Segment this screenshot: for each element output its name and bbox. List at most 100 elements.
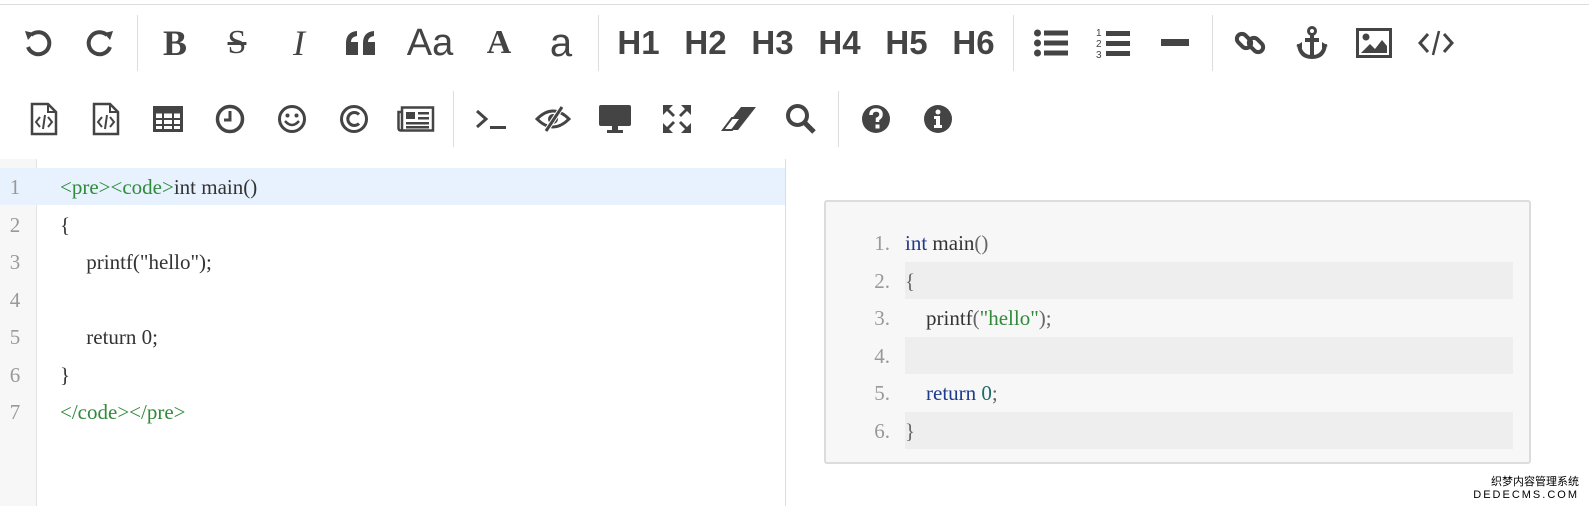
code-token: <pre><code> bbox=[60, 175, 174, 199]
h6-button[interactable]: H6 bbox=[940, 13, 1007, 73]
preview-line-content: } bbox=[905, 419, 915, 444]
eraser-icon bbox=[721, 107, 756, 131]
fullscreen-button[interactable] bbox=[646, 89, 708, 149]
info-icon bbox=[924, 105, 952, 133]
code-file-icon bbox=[30, 102, 58, 136]
code-token: </code></pre> bbox=[60, 400, 186, 424]
line-number: 1 bbox=[9, 175, 21, 199]
fullscreen-icon bbox=[663, 105, 691, 133]
code-token: } bbox=[60, 362, 71, 387]
preview-line: 4. bbox=[874, 336, 1513, 374]
quote-icon bbox=[346, 31, 375, 55]
bold-button[interactable]: B bbox=[144, 13, 206, 73]
svg-text:2: 2 bbox=[1096, 39, 1102, 50]
markdown-editor[interactable]: 1 <pre><code>int main() 2{3 printf("hello"… bbox=[0, 159, 786, 506]
editor-toolbar: B S I Aa A a H1 H2 H3 H4 H5 H6 123 bbox=[0, 4, 1589, 160]
strikethrough-button[interactable]: S bbox=[206, 13, 268, 73]
preview-line: 5. return 0; bbox=[874, 374, 1513, 411]
lowercase-button[interactable]: a bbox=[530, 13, 592, 73]
image-icon bbox=[1356, 28, 1392, 58]
search-icon bbox=[786, 104, 816, 134]
undo-icon bbox=[25, 30, 52, 57]
code-block-preview: 1. int main() 2. {3. printf("hello"); 4. 5. r… bbox=[824, 200, 1531, 464]
preview-hide-button[interactable] bbox=[522, 89, 584, 149]
h2-button[interactable]: H2 bbox=[672, 13, 739, 73]
eraser-button[interactable] bbox=[708, 89, 770, 149]
line-content: printf("hello"); bbox=[60, 250, 212, 275]
redo-button[interactable] bbox=[69, 13, 131, 73]
h5-button[interactable]: H5 bbox=[873, 13, 940, 73]
code-token: { bbox=[60, 212, 71, 237]
toolbar-divider bbox=[137, 15, 138, 71]
editor-line[interactable]: 2{ bbox=[0, 206, 785, 243]
ordered-list-button[interactable]: 123 bbox=[1082, 13, 1144, 73]
preview-line-number: 2. bbox=[874, 268, 890, 293]
line-number: 6 bbox=[9, 362, 21, 387]
uppercase-button[interactable]: A bbox=[468, 13, 530, 73]
horizontal-rule-icon bbox=[1161, 39, 1189, 46]
strikethrough-icon: S bbox=[227, 24, 247, 61]
code-token: printf bbox=[905, 306, 973, 330]
emoji-button[interactable] bbox=[261, 89, 323, 149]
preview-line-content: { bbox=[905, 269, 915, 294]
line-content: } bbox=[60, 363, 70, 388]
quote-button[interactable] bbox=[330, 13, 392, 73]
search-button[interactable] bbox=[770, 89, 832, 149]
preview-line: 3. printf("hello"); bbox=[874, 299, 1513, 336]
h4-button[interactable]: H4 bbox=[806, 13, 873, 73]
undo-button[interactable] bbox=[7, 13, 69, 73]
h5-label: H5 bbox=[885, 24, 928, 61]
info-button[interactable] bbox=[907, 89, 969, 149]
preview-line: 6.} bbox=[874, 411, 1513, 449]
ordered-list-icon: 123 bbox=[1096, 28, 1130, 60]
uppercase-icon: A bbox=[486, 24, 512, 61]
image-button[interactable] bbox=[1343, 13, 1405, 73]
italic-button[interactable]: I bbox=[268, 13, 330, 73]
toolbar-divider bbox=[838, 91, 839, 147]
terminal-button[interactable] bbox=[460, 89, 522, 149]
preview-line-number: 1. bbox=[874, 231, 890, 255]
editor-line[interactable]: 7 </code></pre> bbox=[0, 393, 785, 430]
code-token: ); bbox=[1038, 306, 1052, 330]
case-button[interactable]: Aa bbox=[392, 13, 468, 73]
watch-button[interactable] bbox=[584, 89, 646, 149]
line-number: 3 bbox=[9, 250, 21, 274]
svg-text:1: 1 bbox=[1096, 28, 1102, 39]
preview-line: 2. { bbox=[874, 261, 1513, 299]
editor-line[interactable]: 6} bbox=[0, 356, 785, 393]
code-token: () bbox=[974, 231, 989, 255]
code-file-button[interactable] bbox=[13, 89, 75, 149]
line-number: 4 bbox=[9, 287, 21, 312]
preview-line-content: return 0; bbox=[905, 381, 998, 406]
table-button[interactable] bbox=[137, 89, 199, 149]
h3-button[interactable]: H3 bbox=[739, 13, 806, 73]
watch-icon bbox=[599, 105, 631, 133]
watermark-line-1: 织梦内容管理系统 bbox=[1491, 476, 1579, 488]
horizontal-rule-button[interactable] bbox=[1144, 13, 1206, 73]
editor-line[interactable]: 3 printf("hello"); bbox=[0, 243, 785, 280]
unordered-list-button[interactable] bbox=[1020, 13, 1082, 73]
datetime-button[interactable] bbox=[199, 89, 261, 149]
anchor-button[interactable] bbox=[1281, 13, 1343, 73]
toolbar-row-1: B S I Aa A a H1 H2 H3 H4 H5 H6 123 bbox=[0, 5, 1467, 81]
html-entities-button[interactable] bbox=[323, 89, 385, 149]
code-token: int main() bbox=[173, 175, 258, 199]
unordered-list-icon bbox=[1034, 29, 1068, 57]
editor-line[interactable]: 4 bbox=[0, 281, 785, 318]
line-number: 5 bbox=[9, 325, 21, 349]
watermark: 织梦内容管理系统 DEDECMS.COM bbox=[1473, 476, 1579, 502]
editor-line[interactable]: 1 <pre><code>int main() bbox=[0, 168, 785, 205]
code-block-button[interactable] bbox=[75, 89, 137, 149]
anchor-icon bbox=[1296, 26, 1328, 60]
editor-line[interactable]: 5 return 0; bbox=[0, 318, 785, 355]
help-button[interactable] bbox=[845, 89, 907, 149]
code-button[interactable] bbox=[1405, 13, 1467, 73]
h1-button[interactable]: H1 bbox=[605, 13, 672, 73]
h4-label: H4 bbox=[818, 24, 861, 61]
code-token: { bbox=[905, 268, 916, 293]
code-token: int bbox=[905, 231, 928, 255]
pagebreak-icon bbox=[397, 106, 435, 132]
watermark-line-2: DEDECMS.COM bbox=[1473, 489, 1579, 501]
link-button[interactable] bbox=[1219, 13, 1281, 73]
pagebreak-button[interactable] bbox=[385, 89, 447, 149]
